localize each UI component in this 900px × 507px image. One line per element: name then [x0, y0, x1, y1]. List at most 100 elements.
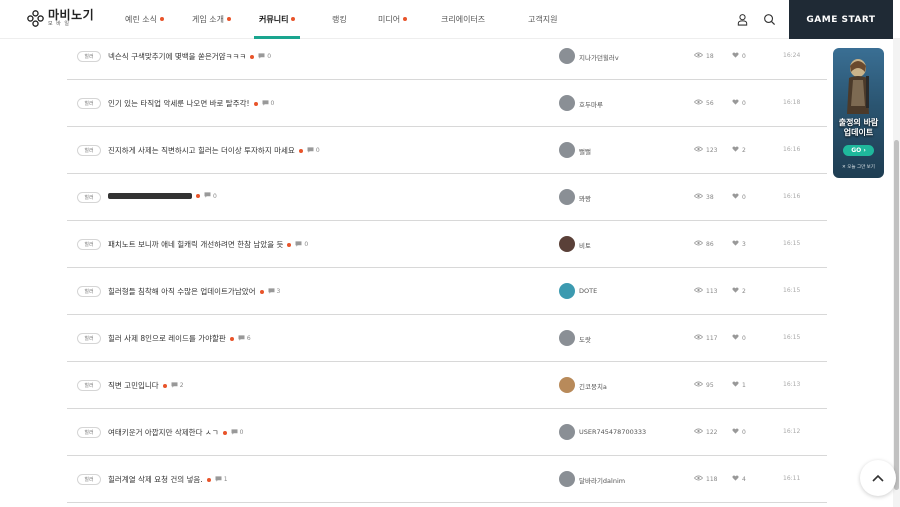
- search-icon[interactable]: [763, 13, 776, 26]
- logo-title: 마비노기: [48, 8, 95, 22]
- new-dot: [206, 477, 211, 482]
- scroll-to-top-button[interactable]: [860, 460, 896, 496]
- comment-count: 0: [204, 192, 217, 200]
- view-count: 18: [693, 52, 714, 60]
- post-title: 패치노트 보니까 애네 힐캐릭 개선하려면 한참 남았을 듯: [108, 240, 284, 249]
- ad-dismiss-today[interactable]: ✕ 오늘 그만 보기: [833, 164, 884, 170]
- category-tag: 힐러: [77, 98, 101, 109]
- new-dot: [226, 16, 231, 21]
- comment-count-value: 0: [270, 100, 275, 107]
- logo[interactable]: 마비노기 모 바 일: [27, 9, 94, 27]
- post-title-link[interactable]: 넥슨식 구색맞추기에 몇백을 쏟은거얌ㅋㅋㅋ 0: [108, 51, 271, 62]
- category-tag: 힐러: [77, 145, 101, 156]
- post-time: 16:16: [783, 146, 801, 153]
- post-row[interactable]: 힐러 패치노트 보니까 애네 힐캐릭 개선하려면 한참 남았을 듯 0 비토 86 3 16…: [67, 221, 827, 268]
- author-avatar[interactable]: [559, 48, 575, 64]
- post-time: 16:11: [783, 475, 801, 482]
- game-start-button[interactable]: GAME START: [789, 0, 893, 39]
- post-row[interactable]: 힐러 0 뫄뫙 38 0 16:16: [67, 174, 827, 221]
- chevron-up-icon: [872, 474, 884, 482]
- author-name[interactable]: 지나가던힐러v: [579, 52, 619, 62]
- user-icon[interactable]: [736, 13, 749, 26]
- author-name[interactable]: 도랏: [579, 334, 591, 344]
- like-count-value: 1: [742, 381, 746, 389]
- heart-icon: [732, 428, 739, 436]
- heart-icon: [732, 334, 739, 342]
- nav-item-creators[interactable]: 크리에이터즈: [441, 14, 485, 25]
- comment-count-value: 3: [276, 288, 281, 295]
- post-row[interactable]: 힐러 진지하게 사제는 직변하시고 힐러는 더이상 투자하지 마세요 0 뻘뻘 123 2…: [67, 127, 827, 174]
- nav-item-ranking[interactable]: 랭킹: [332, 14, 347, 25]
- post-title-link[interactable]: 인기 있는 타직업 악세룬 나오면 바로 탈주각! 0: [108, 98, 274, 109]
- post-time: 16:15: [783, 334, 801, 341]
- heart-icon: [732, 52, 739, 60]
- post-title-link[interactable]: 직변 고민입니다 2: [108, 380, 184, 391]
- nav-item-game-intro[interactable]: 게임 소개: [192, 14, 231, 25]
- post-row[interactable]: 힐러 넥슨식 구색맞추기에 몇백을 쏟은거얌ㅋㅋㅋ 0 지나가던힐러v 18 0 16:24: [67, 33, 827, 80]
- like-count: 1: [732, 381, 746, 389]
- author-avatar[interactable]: [559, 424, 575, 440]
- author-name[interactable]: DOTE: [579, 287, 597, 295]
- author-name[interactable]: 호두마루: [579, 99, 603, 109]
- post-title: 넥슨식 구색맞추기에 몇백을 쏟은거얌ㅋㅋㅋ: [108, 52, 247, 61]
- nav-label: 크리에이터즈: [441, 15, 486, 24]
- post-title-link[interactable]: 패치노트 보니까 애네 힐캐릭 개선하려면 한참 남았을 듯 0: [108, 239, 308, 250]
- scrollbar-thumb[interactable]: [894, 140, 899, 490]
- author-avatar[interactable]: [559, 283, 575, 299]
- post-title-link[interactable]: 힐러 사제 8인으로 레이드를 가야할판 6: [108, 333, 251, 344]
- ad-title-line2: 업데이트: [843, 128, 874, 137]
- post-title-link[interactable]: 0: [108, 192, 217, 200]
- post-row[interactable]: 힐러 힐러 사제 8인으로 레이드를 가야할판 6 도랏 117 0 16:15: [67, 315, 827, 362]
- author-avatar[interactable]: [559, 189, 575, 205]
- nav-item-media[interactable]: 미디어: [378, 14, 408, 25]
- author-avatar[interactable]: [559, 471, 575, 487]
- post-title-link[interactable]: 힐러계열 삭제 요청 건의 넣음. 1: [108, 474, 228, 485]
- comment-count-value: 0: [315, 147, 320, 154]
- new-dot: [298, 148, 303, 153]
- nav-label: 랭킹: [332, 15, 347, 24]
- nav-item-community[interactable]: 커뮤니티: [259, 14, 296, 25]
- post-list: 힐러 넥슨식 구색맞추기에 몇백을 쏟은거얌ㅋㅋㅋ 0 지나가던힐러v 18 0 16:24…: [67, 33, 827, 503]
- side-banner-ad[interactable]: 출정의 바람 업데이트 GO › ✕ 오늘 그만 보기: [833, 48, 884, 178]
- author-avatar[interactable]: [559, 95, 575, 111]
- author-name[interactable]: USER745478700333: [579, 428, 646, 436]
- comment-count-value: 0: [304, 241, 309, 248]
- post-row[interactable]: 힐러 인기 있는 타직업 악세룬 나오면 바로 탈주각! 0 호두마루 56 0 16:18: [67, 80, 827, 127]
- author-avatar[interactable]: [559, 236, 575, 252]
- view-count: 95: [693, 381, 714, 389]
- post-row[interactable]: 힐러 힐러형들 침착해 아직 수많은 업데이트가남았어 3 DOTE 113 2 16:15: [67, 268, 827, 315]
- author-name[interactable]: 긴코뭉치a: [579, 381, 607, 391]
- comment-count: 0: [231, 428, 243, 437]
- comment-count: 2: [171, 381, 184, 390]
- like-count-value: 0: [742, 52, 746, 60]
- author-avatar[interactable]: [559, 142, 575, 158]
- comment-count-value: 6: [246, 335, 251, 342]
- post-row[interactable]: 힐러 여태키운거 아깝지만 삭제한다 ㅅㄱ 0 USER745478700333 122…: [67, 409, 827, 456]
- author-name[interactable]: 달바라기dalnim: [579, 475, 625, 485]
- author-name[interactable]: 뻘뻘: [579, 146, 591, 156]
- eye-icon: [693, 475, 704, 483]
- post-row[interactable]: 힐러 직변 고민입니다 2 긴코뭉치a 95 1 16:13: [67, 362, 827, 409]
- nav-item-support[interactable]: 고객지원: [528, 14, 557, 25]
- post-title-link[interactable]: 진지하게 사제는 직변하시고 힐러는 더이상 투자하지 마세요 0: [108, 145, 320, 156]
- post-title-link[interactable]: 힐러형들 침착해 아직 수많은 업데이트가남았어 3: [108, 286, 280, 297]
- comment-count-value: 0: [213, 192, 217, 200]
- post-time: 16:24: [783, 52, 801, 59]
- author-name[interactable]: 비토: [579, 240, 591, 250]
- comment-icon: [204, 192, 213, 200]
- post-row[interactable]: 힐러 힐러계열 삭제 요청 건의 넣음. 1 달바라기dalnim 118 4 16:11: [67, 456, 827, 503]
- post-title: 힐러 사제 8인으로 레이드를 가야할판: [108, 334, 226, 343]
- comment-count: 0: [262, 99, 275, 108]
- ad-go-button[interactable]: GO ›: [843, 145, 874, 156]
- author-avatar[interactable]: [559, 330, 575, 346]
- comment-count-value: 2: [179, 382, 184, 389]
- nav-item-news[interactable]: 예린 소식: [125, 14, 164, 25]
- comment-icon: [238, 334, 247, 343]
- ad-title: 출정의 바람 업데이트: [833, 118, 884, 138]
- post-title-link[interactable]: 여태키운거 아깝지만 삭제한다 ㅅㄱ 0: [108, 427, 243, 438]
- nav-label: 예린 소식: [125, 15, 157, 24]
- author-name[interactable]: 뫄뫙: [579, 193, 591, 203]
- logo-subtitle: 모 바 일: [48, 21, 70, 27]
- category-tag: 힐러: [77, 474, 101, 485]
- author-avatar[interactable]: [559, 377, 575, 393]
